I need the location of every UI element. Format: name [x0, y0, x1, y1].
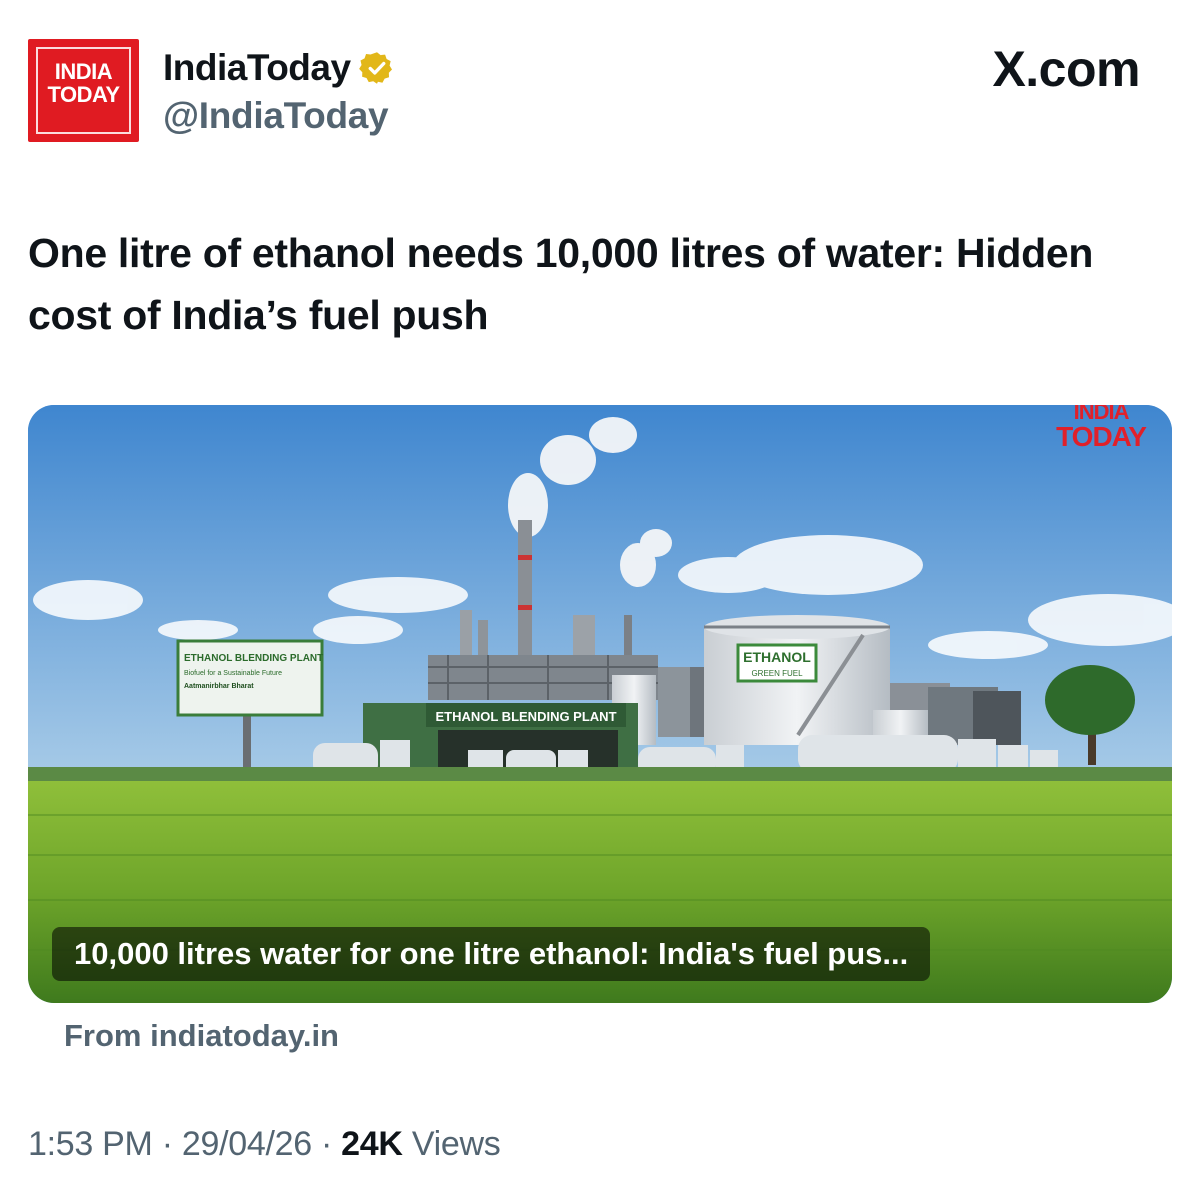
- billboard-subtitle: Biofuel for a Sustainable Future: [184, 670, 282, 677]
- verified-badge-icon: [358, 52, 392, 84]
- meta-separator: ·: [161, 1125, 173, 1163]
- link-source[interactable]: From indiatoday.in: [64, 1018, 339, 1054]
- views-count: 24K: [341, 1125, 403, 1163]
- post-date[interactable]: 29/04/26: [182, 1125, 312, 1163]
- billboard-title: ETHANOL BLENDING PLANT: [184, 653, 323, 664]
- source-label: X.com: [992, 41, 1140, 97]
- tank-label-green-fuel: GREEN FUEL: [751, 669, 803, 678]
- logo-text-india: INDIA: [54, 59, 113, 84]
- meta-separator: ·: [320, 1125, 333, 1163]
- post-meta: 1:53 PM · 29/04/26 · 24K Views: [28, 1125, 501, 1164]
- shed-sign: ETHANOL BLENDING PLANT: [435, 709, 616, 724]
- card-caption: 10,000 litres water for one litre ethano…: [52, 927, 931, 981]
- tank-label-ethanol: ETHANOL: [743, 649, 811, 665]
- account-handle[interactable]: @IndiaToday: [163, 95, 389, 137]
- watermark-line2: TODAY: [1056, 421, 1147, 452]
- views-label: Views: [411, 1125, 501, 1163]
- post-time[interactable]: 1:53 PM: [28, 1125, 153, 1163]
- ethanol-plant-photo: ETHANOL GREEN FUEL ETHANOL BLENDING PLAN…: [28, 405, 1172, 1003]
- india-today-watermark: INDIA TODAY: [1056, 405, 1147, 452]
- india-today-logo[interactable]: INDIA TODAY: [28, 39, 139, 142]
- post-headline[interactable]: One litre of ethanol needs 10,000 litres…: [28, 222, 1178, 346]
- link-preview-card[interactable]: ETHANOL GREEN FUEL ETHANOL BLENDING PLAN…: [28, 405, 1172, 1003]
- account-name-row[interactable]: IndiaToday: [163, 46, 395, 90]
- logo-text-today: TODAY: [47, 82, 120, 107]
- account-name[interactable]: IndiaToday: [163, 47, 351, 89]
- billboard-tag: Aatmanirbhar Bharat: [184, 683, 254, 690]
